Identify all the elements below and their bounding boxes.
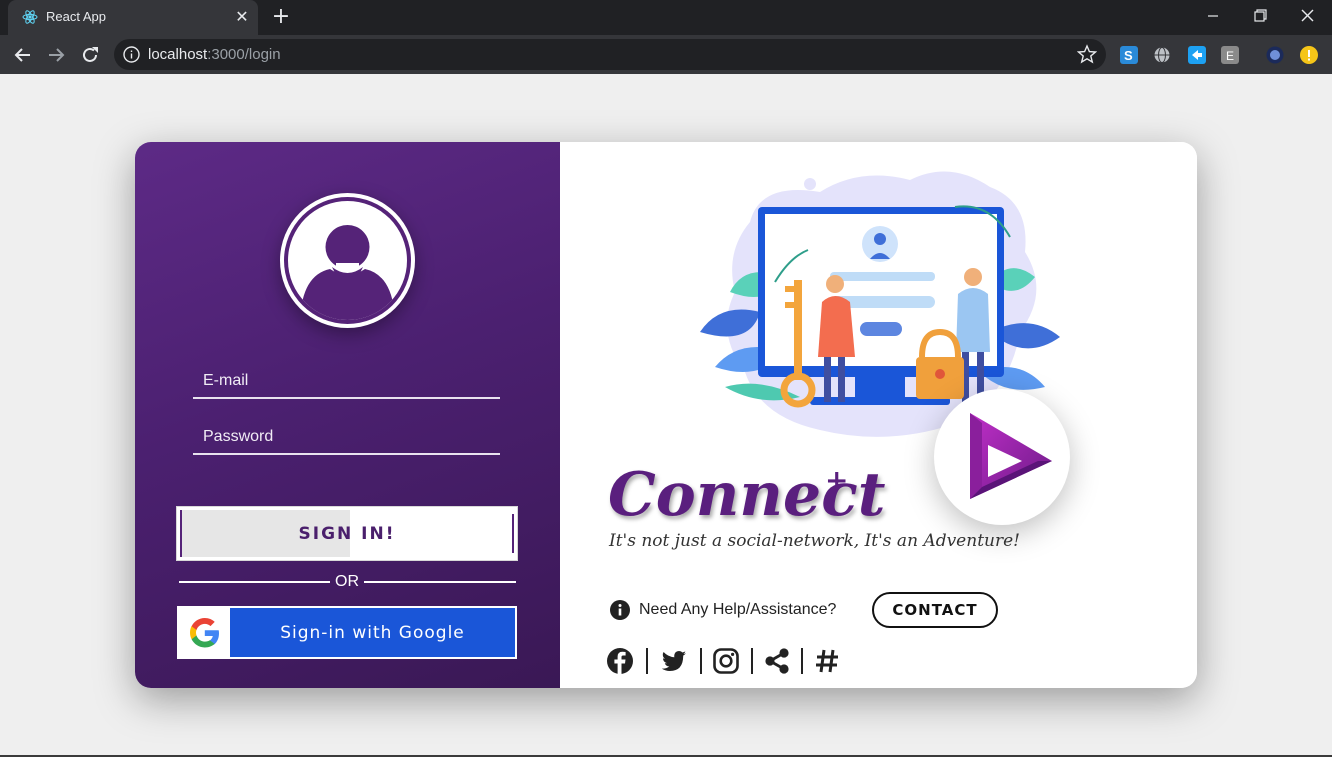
play-triangle-logo-icon	[970, 413, 1052, 499]
url-text: localhost:3000/login	[148, 46, 281, 63]
info-circle-icon	[610, 600, 630, 620]
bookmark-star-icon[interactable]	[1077, 44, 1097, 64]
new-tab-button[interactable]: +	[270, 6, 292, 28]
avatar-background	[288, 201, 407, 320]
browser-tab[interactable]: React App ✕	[8, 0, 258, 35]
extension-s-icon[interactable]: S	[1120, 46, 1138, 64]
social-separator	[801, 648, 803, 674]
info-icon[interactable]	[123, 46, 140, 63]
google-g-icon	[190, 618, 219, 648]
avatar	[280, 193, 415, 328]
brand-tagline: It's not just a social-network, It's an …	[609, 531, 1020, 551]
forward-arrow-icon[interactable]	[43, 42, 69, 68]
address-bar[interactable]: localhost:3000/login	[114, 39, 1106, 70]
reload-icon[interactable]	[77, 42, 103, 68]
email-input[interactable]	[193, 365, 500, 397]
social-separator	[646, 648, 648, 674]
social-separator	[751, 648, 753, 674]
extension-e-icon[interactable]: E	[1221, 46, 1239, 64]
or-line-right	[364, 581, 516, 583]
avatar-ring	[284, 197, 411, 324]
instagram-icon[interactable]	[712, 647, 740, 675]
browser-tabstrip: React App ✕ +	[0, 0, 1332, 35]
social-separator	[700, 648, 702, 674]
hashtag-icon[interactable]	[813, 647, 841, 675]
help-text: Need Any Help/Assistance?	[639, 601, 837, 618]
or-divider: OR	[179, 572, 516, 592]
facebook-icon[interactable]	[606, 647, 634, 675]
password-input[interactable]	[193, 421, 500, 453]
react-icon	[22, 10, 38, 24]
close-tab-icon[interactable]: ✕	[233, 8, 251, 26]
or-line-left	[179, 581, 330, 583]
brand-plus: +	[825, 464, 849, 497]
login-panel: SIGN IN! OR Sign-in with Google	[135, 142, 560, 688]
svg-text:S: S	[1124, 48, 1133, 63]
globe-extension-icon[interactable]	[1153, 46, 1171, 64]
contact-button[interactable]: CONTACT	[872, 592, 998, 628]
translate-extension-icon[interactable]	[1188, 46, 1206, 64]
brand-logo	[934, 389, 1070, 525]
sign-in-button[interactable]: SIGN IN!	[176, 506, 518, 561]
email-field[interactable]	[193, 365, 500, 399]
profile-avatar-icon[interactable]	[1266, 46, 1284, 64]
svg-text:E: E	[1226, 49, 1234, 63]
login-card: SIGN IN! OR Sign-in with Google	[135, 142, 1197, 688]
share-icon[interactable]	[763, 647, 791, 675]
twitter-icon[interactable]	[659, 647, 687, 675]
url-path: :3000/login	[207, 46, 281, 63]
url-host: localhost	[148, 46, 208, 63]
google-logo-box	[179, 608, 230, 657]
close-window-icon[interactable]	[1292, 4, 1322, 28]
google-sign-in-label: Sign-in with Google	[280, 623, 465, 643]
google-sign-in-button[interactable]: Sign-in with Google	[177, 606, 517, 659]
password-field[interactable]	[193, 421, 500, 455]
minimize-icon[interactable]	[1198, 4, 1228, 28]
or-text: OR	[335, 573, 359, 590]
brand-panel: Connect + It's not just a social-network…	[560, 142, 1197, 688]
user-silhouette-icon	[300, 225, 395, 320]
back-arrow-icon[interactable]	[10, 42, 36, 68]
update-alert-icon[interactable]	[1300, 46, 1318, 64]
tab-title: React App	[46, 9, 106, 24]
sign-in-label: SIGN IN!	[298, 524, 396, 544]
restore-icon[interactable]	[1245, 4, 1275, 28]
browser-toolbar: localhost:3000/login S E	[0, 35, 1332, 74]
